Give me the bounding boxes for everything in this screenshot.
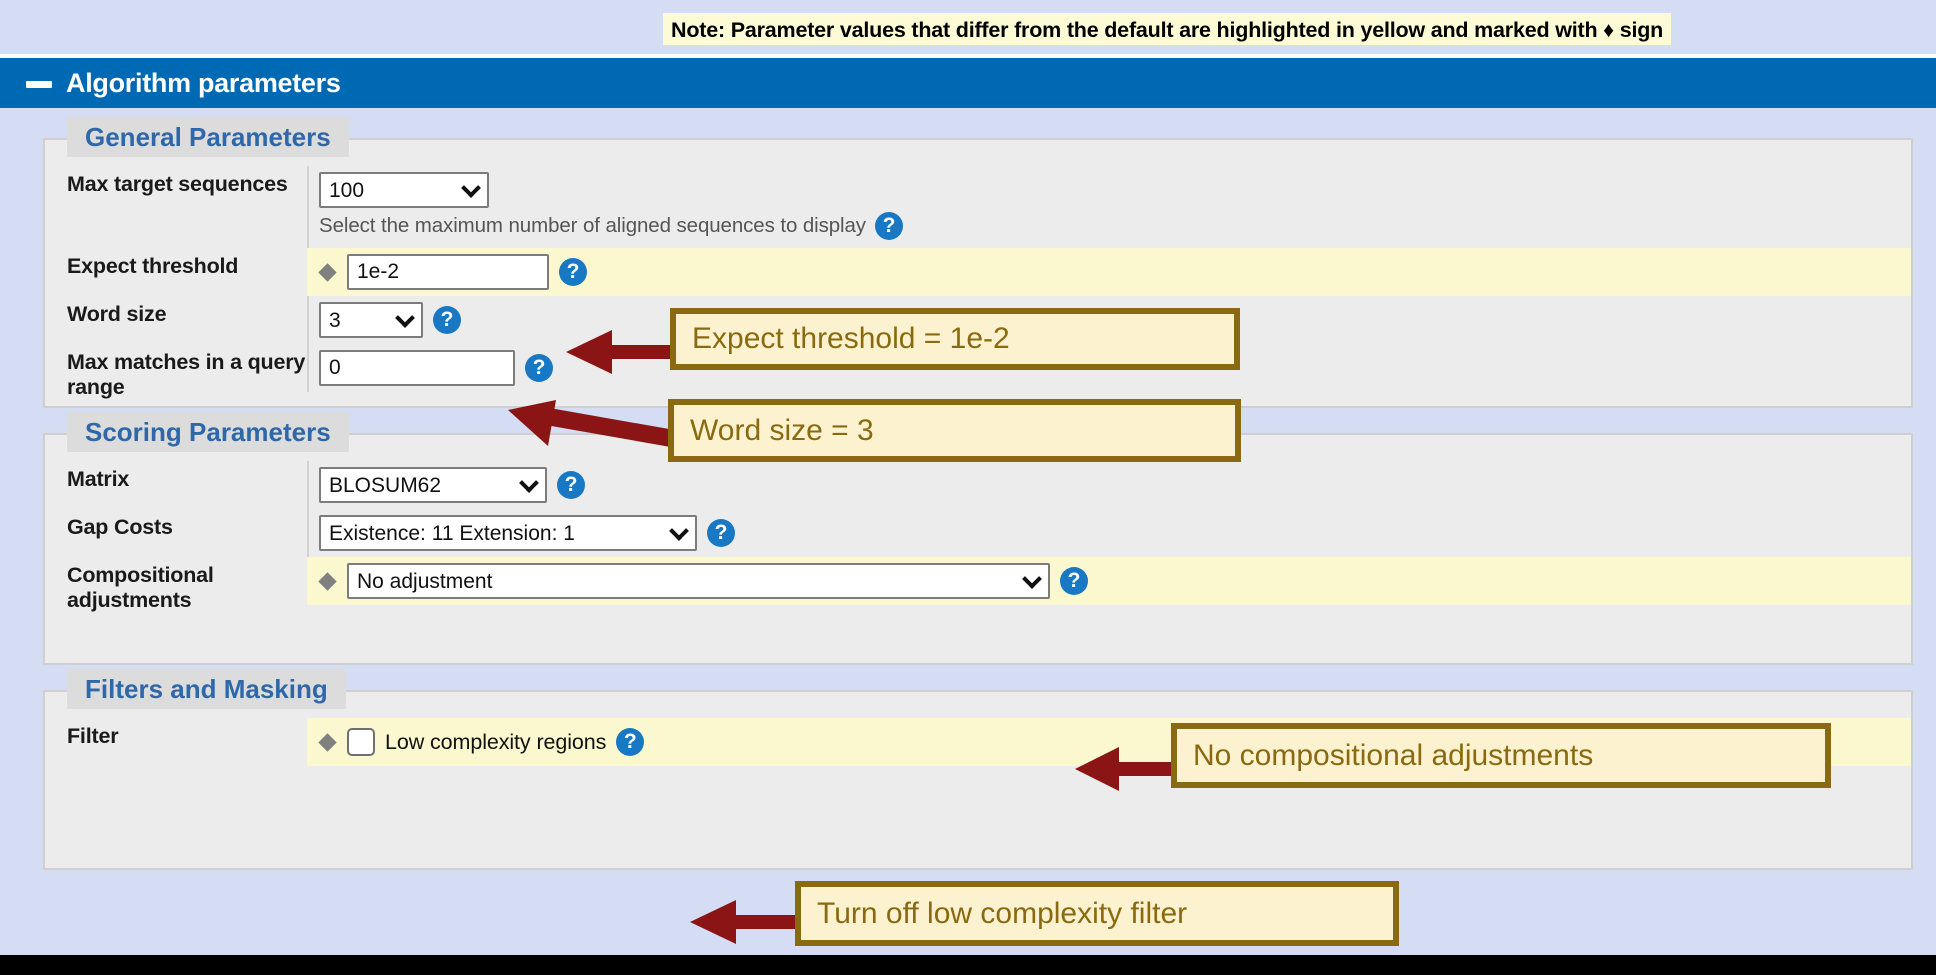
section-scoring-parameters: Scoring Parameters Matrix BLOSUM62 ? Gap…	[43, 412, 1913, 665]
label-compositional-adjustments: Compositional adjustments	[67, 563, 214, 612]
help-icon[interactable]: ?	[1060, 567, 1088, 595]
legend-filters-and-masking: Filters and Masking	[67, 669, 346, 709]
help-icon[interactable]: ?	[616, 728, 645, 756]
row-matrix: Matrix BLOSUM62 ?	[45, 461, 1911, 509]
screenshot-root: Note: Parameter values that differ from …	[0, 0, 1936, 975]
label-max-target-sequences: Max target sequences	[67, 172, 288, 196]
label-expect-threshold: Expect threshold	[67, 254, 239, 278]
field-matrix: BLOSUM62 ?	[307, 461, 1911, 509]
help-icon[interactable]: ?	[707, 519, 735, 547]
help-icon[interactable]: ?	[559, 258, 587, 286]
max-target-sequences-helptext: Select the maximum number of aligned seq…	[319, 214, 866, 237]
field-max-target-sequences: 100 Select the maximum number of aligned…	[307, 166, 1911, 248]
label-max-matches-query-range: Max matches in a query range	[67, 350, 306, 399]
default-note: Note: Parameter values that differ from …	[663, 13, 1672, 45]
legend-general-parameters: General Parameters	[67, 117, 349, 157]
note-band: Note: Parameter values that differ from …	[0, 0, 1936, 54]
max-matches-query-range-input[interactable]	[319, 350, 515, 386]
bottom-strip	[0, 955, 1936, 975]
max-target-sequences-helptext-row: Select the maximum number of aligned seq…	[319, 212, 1911, 246]
help-icon[interactable]: ?	[433, 306, 461, 334]
label-matrix: Matrix	[67, 467, 130, 491]
modified-diamond-icon	[318, 571, 337, 591]
legend-scoring-parameters: Scoring Parameters	[67, 412, 349, 452]
label-gap-costs: Gap Costs	[67, 515, 173, 539]
row-max-target-sequences: Max target sequences 100 Select the maxi…	[45, 166, 1911, 248]
matrix-select-wrap[interactable]: BLOSUM62	[319, 467, 547, 503]
algorithm-parameters-header[interactable]: Algorithm parameters	[0, 58, 1936, 108]
compositional-adjustments-select[interactable]: No adjustment	[347, 563, 1050, 599]
low-complexity-regions-label: Low complexity regions	[385, 729, 607, 754]
row-expect-threshold: Expect threshold ?	[45, 248, 1911, 296]
help-icon[interactable]: ?	[557, 471, 585, 499]
matrix-select[interactable]: BLOSUM62	[319, 467, 547, 503]
page-title: Algorithm parameters	[66, 67, 341, 98]
label-filter: Filter	[67, 724, 119, 748]
max-target-sequences-select-wrap[interactable]: 100	[319, 172, 489, 208]
help-icon[interactable]: ?	[525, 354, 553, 382]
word-size-select[interactable]: 3	[319, 302, 423, 338]
modified-diamond-icon	[318, 732, 337, 752]
field-expect-threshold: ?	[307, 248, 1911, 296]
low-complexity-regions-checkbox[interactable]	[347, 728, 375, 756]
row-gap-costs: Gap Costs Existence: 11 Extension: 1 ?	[45, 509, 1911, 557]
callout-compositional-adjustments: No compositional adjustments	[1171, 723, 1831, 788]
label-word-size: Word size	[67, 302, 167, 326]
field-compositional-adjustments: No adjustment ?	[307, 557, 1911, 605]
compositional-adjustments-select-wrap[interactable]: No adjustment	[347, 563, 1050, 599]
parameters-body: General Parameters Max target sequences …	[0, 108, 1936, 955]
max-target-sequences-select[interactable]: 100	[319, 172, 489, 208]
gap-costs-select[interactable]: Existence: 11 Extension: 1	[319, 515, 697, 551]
row-compositional-adjustments: Compositional adjustments No adjustment …	[45, 557, 1911, 613]
callout-word-size: Word size = 3	[668, 399, 1241, 462]
word-size-select-wrap[interactable]: 3	[319, 302, 423, 338]
callout-expect-threshold: Expect threshold = 1e-2	[670, 308, 1240, 370]
expect-threshold-input[interactable]	[347, 254, 549, 290]
field-gap-costs: Existence: 11 Extension: 1 ?	[307, 509, 1911, 557]
minus-icon[interactable]	[26, 80, 52, 88]
callout-low-complexity-filter: Turn off low complexity filter	[795, 881, 1399, 946]
modified-diamond-icon	[318, 262, 337, 282]
gap-costs-select-wrap[interactable]: Existence: 11 Extension: 1	[319, 515, 697, 551]
help-icon[interactable]: ?	[874, 212, 903, 240]
